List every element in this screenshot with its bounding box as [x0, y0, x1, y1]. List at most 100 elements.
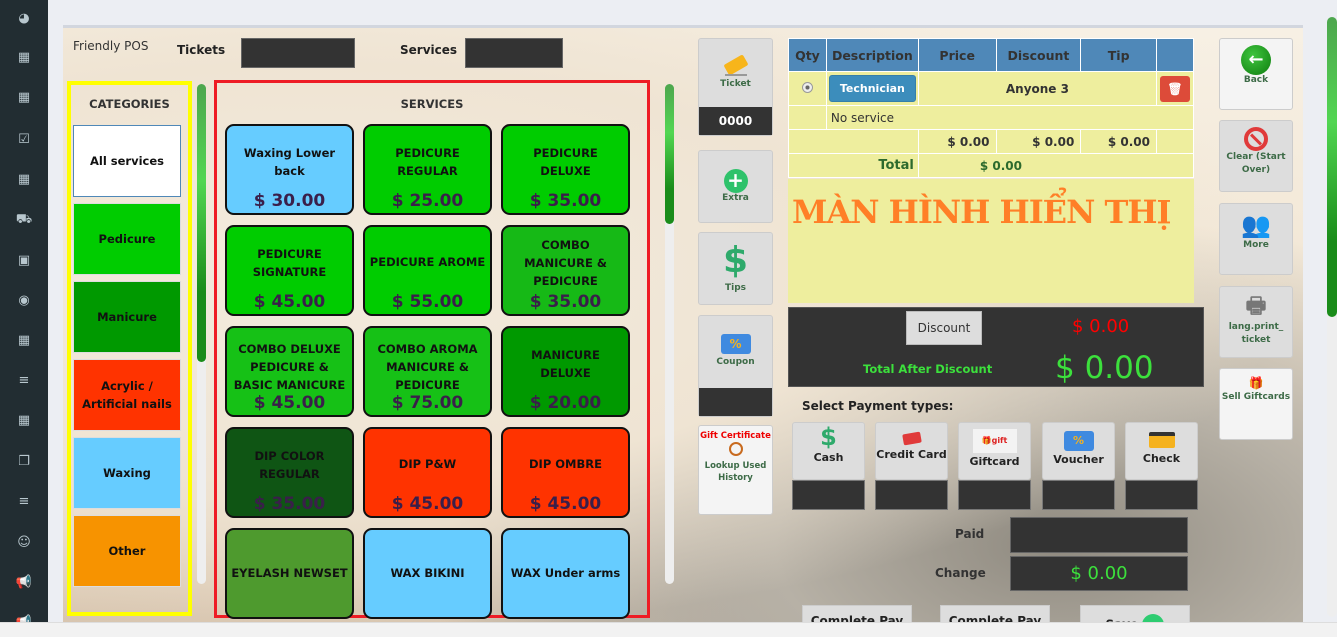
categories-scrollbar[interactable]: [197, 84, 206, 584]
delete-row-button[interactable]: 🗑: [1159, 75, 1190, 102]
technician-button[interactable]: Technician: [828, 75, 916, 102]
calendar-icon[interactable]: ▦: [0, 87, 48, 107]
service-tile[interactable]: DIP P&W $ 45.00: [363, 427, 492, 518]
service-price: $ 45.00: [391, 494, 464, 514]
payment-check-button[interactable]: Check: [1125, 422, 1198, 480]
service-tile[interactable]: DIP OMBRE $ 45.00: [501, 427, 630, 518]
eye-icon[interactable]: ◉: [0, 290, 48, 310]
bullhorn-icon[interactable]: 📢: [0, 572, 48, 592]
category-acrylic[interactable]: Acrylic / Artificial nails: [73, 359, 181, 431]
ticket-tile[interactable]: Ticket 0000: [698, 38, 773, 136]
service-tile[interactable]: PEDICURE DELUXE $ 35.00: [501, 124, 630, 215]
calendar-icon[interactable]: ▦: [0, 169, 48, 189]
print-ticket-button[interactable]: 🖶 lang.print_ ticket: [1219, 286, 1293, 358]
service-tile[interactable]: EYELASH NEWSET: [225, 528, 354, 619]
sell-giftcards-button[interactable]: 🎁 Sell Giftcards: [1219, 368, 1293, 440]
calendar-icon[interactable]: ▦: [0, 330, 48, 350]
service-tile[interactable]: DIP COLOR REGULAR $ 35.00: [225, 427, 354, 518]
calendar-icon[interactable]: ▦: [0, 47, 48, 67]
service-tile[interactable]: PEDICURE SIGNATURE $ 45.00: [225, 225, 354, 316]
total-after-discount-value: $ 0.00: [1055, 350, 1154, 386]
payment-check-amount[interactable]: [1125, 480, 1198, 510]
back-button[interactable]: ← Back: [1219, 38, 1293, 110]
coupon-icon: %: [720, 334, 751, 354]
smile-icon[interactable]: ☺: [0, 532, 48, 552]
giftcard-icon: 🎁gift: [972, 429, 1017, 453]
service-name: COMBO DELUXE PEDICURE & BASIC MANICURE: [233, 342, 346, 392]
payment-cash-amount[interactable]: [792, 480, 865, 510]
tickets-field[interactable]: [241, 38, 355, 68]
more-label: More: [1243, 240, 1269, 250]
page-scroll-thumb[interactable]: [1327, 17, 1337, 317]
no-entry-icon: [1244, 127, 1268, 151]
gift-cert-label: Gift Certificate: [700, 431, 771, 441]
cart-icon[interactable]: ⛟: [0, 210, 48, 230]
total-value: $ 0.00: [917, 153, 1195, 178]
service-name: WAX BIKINI: [390, 566, 465, 580]
service-tile[interactable]: COMBO DELUXE PEDICURE & BASIC MANICURE $ …: [225, 326, 354, 417]
clear-button[interactable]: Clear (Start Over): [1219, 120, 1293, 192]
discount-button[interactable]: Discount: [906, 311, 982, 345]
col-price: Price: [917, 38, 997, 72]
category-all-services[interactable]: All services: [73, 125, 181, 197]
service-tile[interactable]: WAX Under arms: [501, 528, 630, 619]
dashboard-icon[interactable]: ◕: [0, 8, 48, 28]
categories-title: CATEGORIES: [89, 97, 170, 111]
order-table: Qty Description Price Discount Tip Techn…: [788, 38, 1195, 178]
coupon-tile[interactable]: % Coupon: [698, 315, 773, 417]
more-button[interactable]: 👥 More: [1219, 203, 1293, 275]
briefcase-icon[interactable]: ▣: [0, 250, 48, 270]
payment-credit-card-amount[interactable]: [875, 480, 948, 510]
categories-scroll-thumb[interactable]: [197, 84, 206, 362]
payment-voucher-amount[interactable]: [1042, 480, 1115, 510]
services-label: Services: [400, 43, 458, 57]
tips-tile[interactable]: $ Tips: [698, 232, 773, 305]
service-tile[interactable]: Waxing Lower back $ 30.00: [225, 124, 354, 215]
copy-icon[interactable]: ❐: [0, 451, 48, 471]
horizontal-scrollbar[interactable]: [0, 622, 1337, 637]
service-tile[interactable]: MANICURE DELUXE $ 20.00: [501, 326, 630, 417]
services-field[interactable]: [465, 38, 563, 68]
services-scroll-thumb[interactable]: [665, 84, 674, 224]
service-price: $ 55.00: [391, 292, 464, 312]
change-value: $ 0.00: [1010, 556, 1188, 591]
category-other[interactable]: Other: [73, 515, 181, 587]
payment-cash-button[interactable]: $ Cash: [792, 422, 865, 480]
calendar-check-icon[interactable]: ☑: [0, 129, 48, 149]
service-name: WAX Under arms: [510, 566, 621, 580]
service-price: $ 45.00: [529, 494, 602, 514]
discount-value: $ 0.00: [1072, 316, 1130, 337]
payment-voucher-button[interactable]: % Voucher: [1042, 422, 1115, 480]
gift-cert-lookup-tile[interactable]: Gift Certificate Lookup Used History: [698, 425, 773, 515]
payment-giftcard-button[interactable]: 🎁gift Giftcard: [958, 422, 1031, 480]
extra-label: Extra: [722, 193, 749, 203]
coupon-field[interactable]: [699, 388, 772, 416]
category-manicure[interactable]: Manicure: [73, 281, 181, 353]
ticket-label: Ticket: [720, 79, 751, 89]
menu-icon[interactable]: ≡: [0, 491, 48, 511]
service-tile[interactable]: COMBO MANICURE & PEDICURE $ 35.00: [501, 225, 630, 316]
magnifier-icon: [728, 442, 743, 456]
page-scrollbar[interactable]: [1327, 17, 1337, 617]
calendar-icon[interactable]: ▦: [0, 410, 48, 430]
payment-giftcard-amount[interactable]: [958, 480, 1031, 510]
menu-icon[interactable]: ≡: [0, 370, 48, 390]
service-tile[interactable]: COMBO AROMA MANICURE & PEDICURE $ 75.00: [363, 326, 492, 417]
service-tile[interactable]: WAX BIKINI: [363, 528, 492, 619]
total-label: Total: [788, 153, 919, 178]
services-scrollbar[interactable]: [665, 84, 674, 584]
category-waxing[interactable]: Waxing: [73, 437, 181, 509]
service-tile[interactable]: PEDICURE REGULAR $ 25.00: [363, 124, 492, 215]
category-pedicure[interactable]: Pedicure: [73, 203, 181, 275]
technician-name: Anyone 3: [917, 71, 1157, 106]
payment-credit-card-button[interactable]: Credit Card: [875, 422, 948, 480]
dollar-icon: $: [722, 240, 749, 281]
service-name: COMBO AROMA MANICURE & PEDICURE: [377, 342, 478, 392]
service-tile[interactable]: PEDICURE AROME $ 55.00: [363, 225, 492, 316]
coupon-label: Coupon: [716, 357, 755, 367]
col-tip: Tip: [1080, 38, 1157, 72]
extra-tile[interactable]: + Extra: [698, 150, 773, 223]
paid-field[interactable]: [1010, 517, 1188, 553]
service-name: MANICURE DELUXE: [531, 348, 600, 380]
row-select-radio[interactable]: [801, 81, 813, 93]
